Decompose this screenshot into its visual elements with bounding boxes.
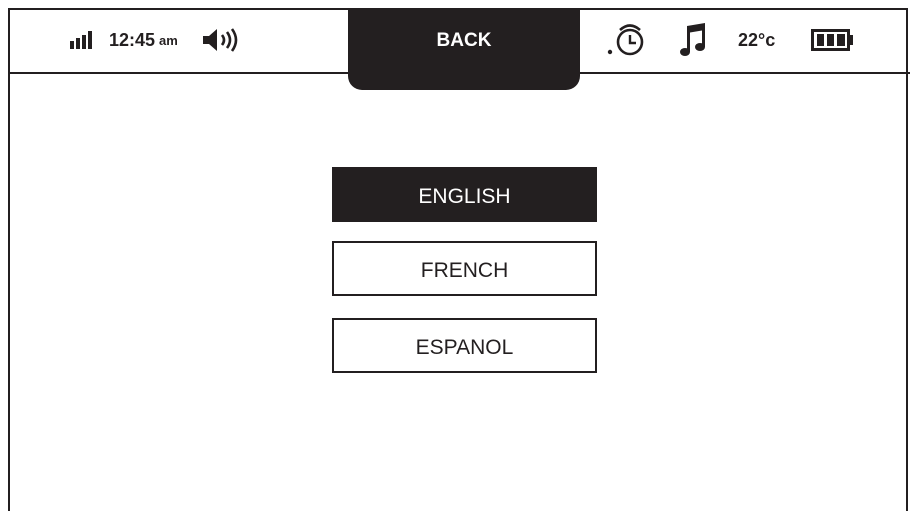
back-button[interactable]: BACK [348, 8, 580, 90]
status-bar-right: 22°c [606, 8, 854, 72]
language-option-english[interactable]: ENGLISH [332, 167, 597, 222]
clock-ampm: am [159, 32, 178, 48]
language-option-french[interactable]: FRENCH [332, 241, 597, 296]
temperature-readout: 22°c [738, 29, 776, 50]
alarm-clock-icon[interactable] [606, 21, 646, 59]
clock-time: 12:45 [109, 29, 156, 50]
status-bar-left: 12:45 am [70, 8, 240, 72]
language-option-espanol[interactable]: ESPANOL [332, 318, 597, 373]
music-note-icon[interactable] [680, 23, 708, 57]
signal-icon [70, 31, 92, 49]
battery-icon [811, 29, 854, 51]
speaker-icon[interactable] [202, 27, 240, 53]
